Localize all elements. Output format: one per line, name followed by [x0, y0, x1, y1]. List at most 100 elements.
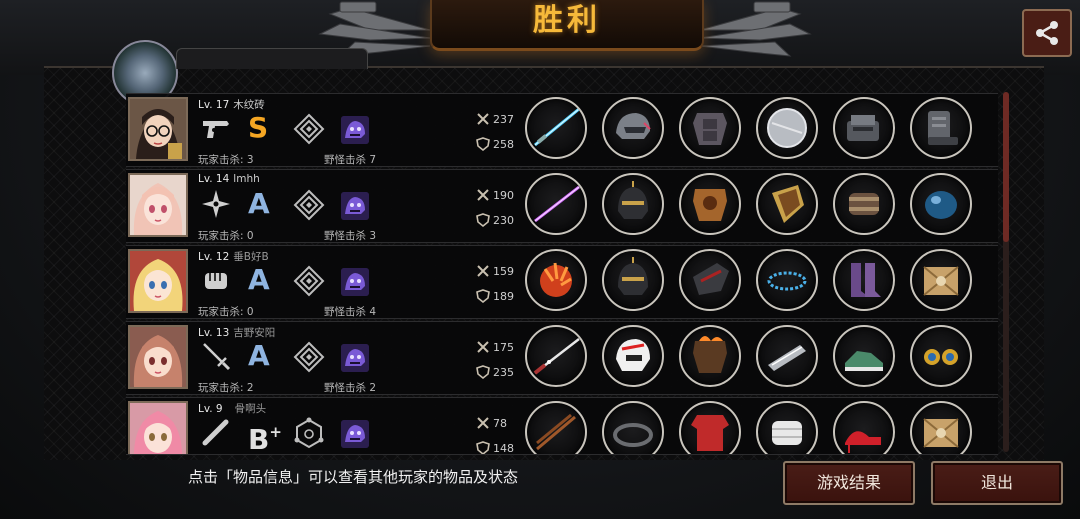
performance-grade: A — [248, 339, 270, 372]
rank-diamond-icon — [293, 265, 325, 297]
game-result-button[interactable]: 游戏结果 — [783, 461, 915, 505]
fist-icon — [205, 273, 227, 289]
rank-hexagon-icon — [294, 417, 324, 449]
attack-stat: 237 — [476, 112, 514, 126]
performance-grade: A — [248, 263, 270, 296]
blue-orb-icon — [925, 191, 957, 219]
player-row[interactable]: Lv. 17 木纹砖 S 玩家击杀: 3 野怪击杀 7 237 258 — [126, 93, 998, 167]
player-row[interactable]: Lv. 12 垂B好B A 玩家击杀: 0 野怪击杀 4 159 189 — [126, 245, 998, 319]
item-slot-boots[interactable] — [910, 249, 972, 311]
exit-button[interactable]: 退出 — [931, 461, 1063, 505]
item-slot-gloves[interactable] — [756, 401, 818, 454]
item-slot-gloves[interactable] — [756, 325, 818, 387]
rank-diamond-icon — [293, 341, 325, 373]
purple-energy-sword-icon — [534, 185, 580, 223]
share-button[interactable] — [1022, 9, 1072, 57]
right-gun-wing-ornament — [700, 1, 812, 57]
item-slot-weapon[interactable] — [525, 401, 587, 454]
item-slot-helmet[interactable] — [602, 97, 664, 159]
crossed-swords-icon — [477, 341, 489, 353]
item-slot-helmet[interactable] — [602, 401, 664, 454]
performance-grade: B+ — [248, 414, 282, 455]
item-slot-armor[interactable] — [679, 325, 741, 387]
item-slot-weapon[interactable] — [525, 173, 587, 235]
item-slot-accessory[interactable] — [833, 173, 895, 235]
item-slot-accessory[interactable] — [833, 325, 895, 387]
katana-icon — [533, 338, 580, 375]
crossed-swords-icon — [477, 417, 489, 429]
green-sneakers-icon — [845, 351, 883, 371]
red-jacket-icon — [691, 415, 729, 451]
defense-value: 230 — [493, 214, 514, 227]
red-high-heels-icon — [845, 431, 881, 453]
item-slot-weapon[interactable] — [525, 249, 587, 311]
player-avatar[interactable] — [128, 325, 188, 389]
scroll-thumb[interactable] — [1003, 92, 1009, 242]
dark-chest-armor-icon — [693, 263, 729, 295]
metal-helmet-icon — [616, 113, 651, 139]
wooden-supply-crate-icon — [923, 418, 959, 448]
defense-stat: 230 — [476, 213, 514, 228]
player-avatar[interactable] — [128, 97, 188, 161]
pistol-icon — [203, 121, 229, 138]
attack-stat: 190 — [476, 188, 514, 202]
white-bandage-icon — [772, 421, 802, 445]
defense-stat: 258 — [476, 137, 514, 152]
crossed-swords-icon — [477, 189, 489, 201]
item-slot-helmet[interactable] — [602, 249, 664, 311]
monster-kills: 野怪击杀 4 — [324, 306, 377, 318]
item-slot-boots[interactable] — [910, 401, 972, 454]
player-row[interactable]: Lv. 9 骨啊头 B+ 78 148 — [126, 397, 998, 455]
player-level-name: Lv. 14 lmhh — [198, 173, 260, 185]
item-slot-gloves[interactable] — [756, 173, 818, 235]
item-slot-armor[interactable] — [679, 97, 741, 159]
item-slot-boots[interactable] — [910, 173, 972, 235]
item-slot-accessory[interactable] — [833, 401, 895, 454]
item-slot-gloves[interactable] — [756, 97, 818, 159]
item-slot-accessory[interactable] — [833, 249, 895, 311]
item-slot-armor[interactable] — [679, 249, 741, 311]
item-slot-weapon[interactable] — [525, 97, 587, 159]
results-scrollbar[interactable] — [1003, 92, 1009, 452]
bronze-chest-armor-icon — [693, 189, 727, 221]
player-name: lmhh — [233, 173, 260, 185]
attack-stat: 78 — [476, 416, 507, 430]
item-slot-armor[interactable] — [679, 173, 741, 235]
grade-suffix: + — [269, 423, 282, 441]
level-label: Lv. 17 — [198, 99, 230, 111]
fire-claw-gauntlet-icon — [540, 262, 572, 297]
item-slot-accessory[interactable] — [833, 97, 895, 159]
grade-letter: B — [248, 423, 270, 455]
wooden-supply-crate-icon — [923, 266, 959, 296]
player-avatar[interactable] — [128, 401, 188, 454]
victory-title: 胜利 — [533, 3, 601, 38]
item-slot-armor[interactable] — [679, 401, 741, 454]
monster-icon — [341, 116, 369, 144]
player-kills: 玩家击杀: 3 — [198, 154, 254, 166]
defense-value: 235 — [493, 366, 514, 379]
player-avatar[interactable] — [128, 173, 188, 237]
rank-diamond-icon — [293, 189, 325, 221]
player-avatar[interactable] — [128, 249, 188, 313]
item-slot-boots[interactable] — [910, 97, 972, 159]
shield-icon — [476, 137, 490, 152]
player-row[interactable]: Lv. 13 吉野安阳 A 玩家击杀: 2 野怪击杀 2 175 235 — [126, 321, 998, 395]
item-slot-helmet[interactable] — [602, 325, 664, 387]
item-slot-boots[interactable] — [910, 325, 972, 387]
monster-kills: 野怪击杀 7 — [324, 154, 377, 166]
attack-stat: 175 — [476, 340, 514, 354]
blue-bead-necklace-icon — [767, 271, 807, 291]
performance-grade: A — [248, 187, 270, 220]
player-row[interactable]: Lv. 14 lmhh A 玩家击杀: 0 野怪击杀 3 190 230 — [126, 169, 998, 243]
performance-grade: S — [248, 111, 269, 144]
shield-icon — [476, 365, 490, 380]
steel-disc-icon — [767, 108, 807, 148]
item-slot-weapon[interactable] — [525, 325, 587, 387]
item-slot-helmet[interactable] — [602, 173, 664, 235]
level-label: Lv. 14 — [198, 173, 230, 185]
monster-kills: 野怪击杀 3 — [324, 230, 377, 242]
item-slot-gloves[interactable] — [756, 249, 818, 311]
defense-stat: 235 — [476, 365, 514, 380]
share-icon — [1036, 21, 1058, 45]
monster-icon — [341, 420, 369, 448]
